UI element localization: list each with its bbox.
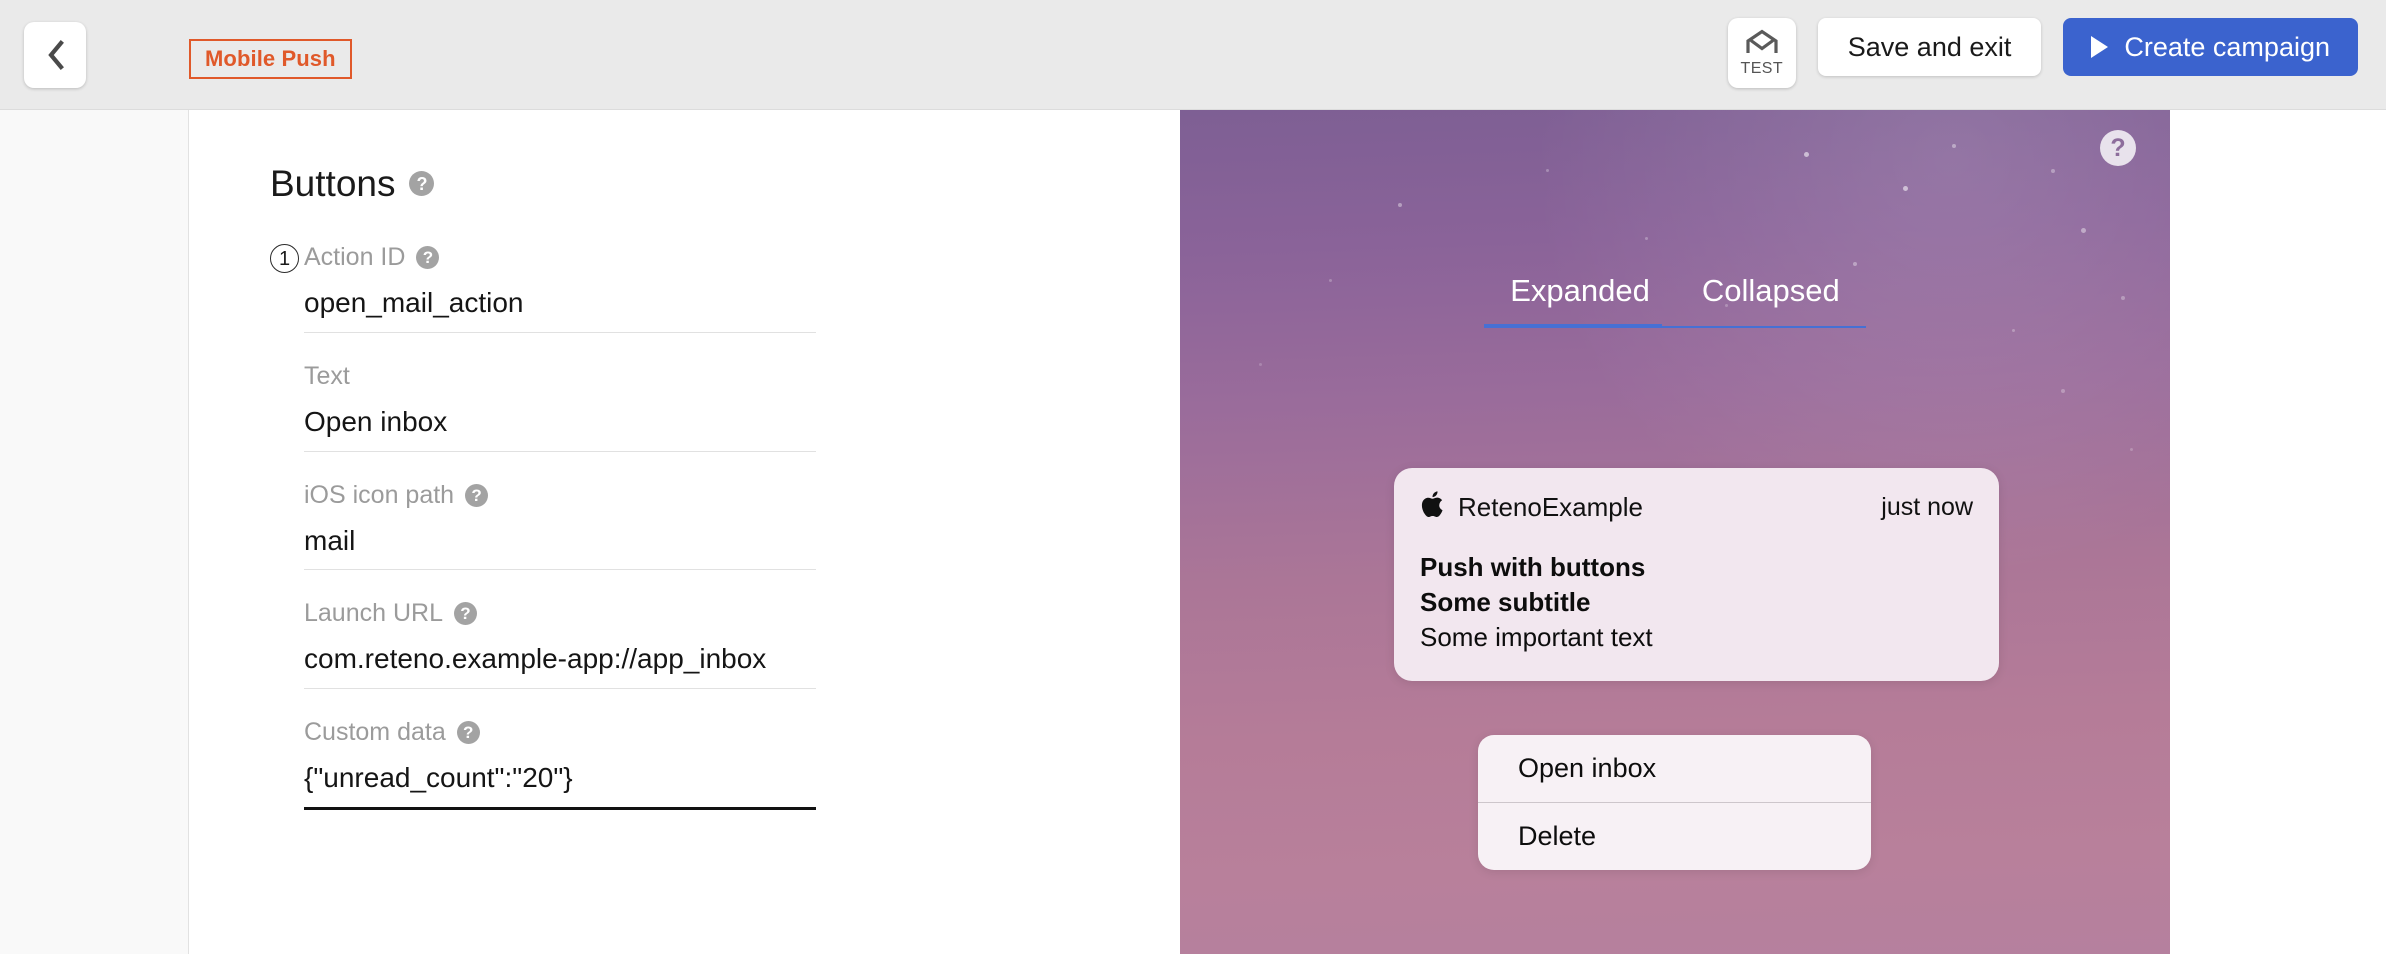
action-fields: Action ID ? Text [304,241,1180,810]
notification-action-open-inbox[interactable]: Open inbox [1478,735,1871,802]
notification-title: Push with buttons [1420,552,1646,582]
notification-actions-card: Open inbox Delete [1478,735,1871,870]
left-rail [0,110,189,954]
tab-underline-active [1484,324,1662,328]
field-label-row: Custom data ? [304,716,1180,749]
question-mark-icon[interactable]: ? [465,483,489,507]
preview-tabs-inner: Expanded Collapsed [1484,275,1866,328]
chevron-left-icon [46,40,64,70]
field-text: Text [304,360,1180,452]
top-bar: Mobile Push TEST Save and exit Create ca… [0,0,2386,110]
page-title: Buttons [270,163,396,204]
right-filler [2170,110,2386,954]
play-triangle-icon [2091,36,2109,58]
field-label-row: Text [304,360,1180,393]
text-input[interactable] [304,392,816,452]
question-mark-icon: ? [2110,133,2126,162]
action-block-1: 1 Action ID ? Text [270,241,1180,810]
field-label: Launch URL [304,599,443,628]
send-test-button[interactable]: TEST [1727,18,1796,88]
notification-preview-card: RetenoExample just now Push with buttons… [1394,468,1999,682]
action-index-badge: 1 [270,244,299,273]
preview-tabs: Expanded Collapsed [1180,275,2170,328]
save-and-exit-button[interactable]: Save and exit [1817,18,2042,76]
field-label: Text [304,361,350,390]
question-mark-icon[interactable]: ? [453,602,477,626]
push-preview-panel: ? Expanded Collapsed RetenoExample just … [1180,110,2170,954]
create-campaign-label: Create campaign [2124,31,2330,62]
field-ios-icon-path: iOS icon path ? [304,479,1180,571]
field-action-id: Action ID ? [304,241,1180,333]
top-bar-actions: TEST Save and exit Create campaign [1727,18,2358,88]
tab-collapsed[interactable]: Collapsed [1676,275,1866,328]
back-button[interactable] [24,22,86,88]
question-mark-icon[interactable]: ? [409,171,435,196]
notification-timestamp: just now [1881,492,1973,521]
notification-subtitle: Some subtitle [1420,587,1591,618]
action-id-input[interactable] [304,274,816,333]
channel-type-label: Mobile Push [205,46,336,71]
ios-icon-path-input[interactable] [304,511,816,571]
launch-url-input[interactable] [304,630,816,690]
channel-type-badge: Mobile Push [189,39,352,79]
custom-data-input[interactable] [304,749,816,810]
create-campaign-button[interactable]: Create campaign [2063,18,2358,76]
section-header: Buttons ? [270,165,1180,202]
field-label-row: iOS icon path ? [304,479,1180,512]
tab-expanded[interactable]: Expanded [1484,275,1676,328]
field-custom-data: Custom data ? [304,716,1180,810]
notification-body: Some important text [1420,622,1653,653]
apple-logo-icon [1420,490,1444,524]
notification-action-delete[interactable]: Delete [1478,803,1871,870]
buttons-form-panel: Buttons ? 1 Action ID ? open_mail_action… [190,110,1180,954]
envelope-icon [1745,29,1779,60]
field-label: Action ID [304,243,406,271]
notification-app-name: RetenoExample [1458,492,1643,522]
field-label-row: Launch URL ? [304,597,1180,630]
field-label-row: Action ID ? [304,241,1180,274]
question-mark-icon[interactable]: ? [456,721,480,745]
question-mark-icon[interactable]: ? [416,246,440,269]
notification-header: RetenoExample just now [1420,490,1973,524]
editor-body: Buttons ? 1 Action ID ? open_mail_action… [0,110,2386,954]
field-label: iOS icon path [304,480,455,509]
send-test-label: TEST [1740,60,1784,77]
campaign-editor-screen: Mobile Push TEST Save and exit Create ca… [0,0,2386,954]
field-label: Custom data [304,718,446,747]
field-launch-url: Launch URL ? [304,597,1180,690]
preview-help-button[interactable]: ? [2100,130,2136,166]
